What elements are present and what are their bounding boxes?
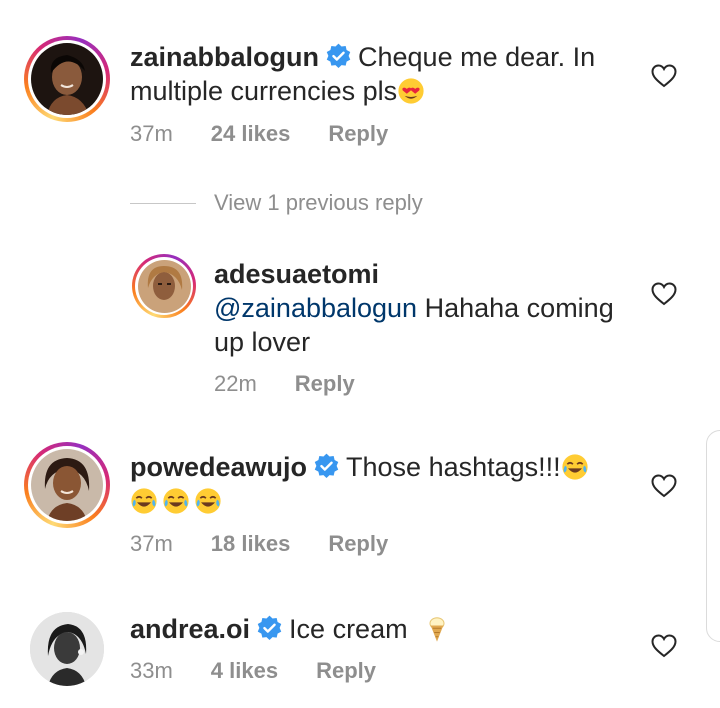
avatar[interactable] <box>132 254 196 318</box>
timestamp: 22m <box>214 371 257 396</box>
heart-icon[interactable] <box>651 474 677 498</box>
emoji-row <box>130 486 222 516</box>
comment-body: Cheque me dear. In <box>358 42 596 72</box>
reply-button[interactable]: Reply <box>295 371 355 396</box>
heart-icon[interactable] <box>651 634 677 658</box>
verified-badge-icon <box>314 453 339 478</box>
likes-count[interactable]: 24 likes <box>211 121 291 146</box>
comment-body: Hahaha coming <box>424 293 614 323</box>
reply-button[interactable]: Reply <box>316 658 376 683</box>
comment-body: Those hashtags!!! <box>346 452 561 482</box>
username[interactable]: andrea.oi <box>130 614 250 644</box>
comment-text: zainabbalogun Cheque me dear. In multiple… <box>130 40 640 108</box>
avatar[interactable] <box>24 36 110 122</box>
comment-text: andrea.oi Ice cream <box>130 612 640 646</box>
tears-of-joy-emoji-icon <box>131 488 157 514</box>
comment-meta: 33m 4 likes Reply <box>130 658 414 684</box>
timestamp: 37m <box>130 531 173 556</box>
reply-button[interactable]: Reply <box>328 531 388 556</box>
heart-eyes-emoji-icon <box>398 78 424 104</box>
comment-text: powedeawujo Those hashtags!!! <box>130 450 640 518</box>
timestamp: 33m <box>130 658 173 683</box>
heart-icon[interactable] <box>651 282 677 306</box>
timestamp: 37m <box>130 121 173 146</box>
tears-of-joy-emoji-icon <box>195 488 221 514</box>
divider-line <box>130 202 196 204</box>
ice-cream-emoji-icon <box>429 617 445 642</box>
tears-of-joy-emoji-icon <box>562 454 588 480</box>
mention-link[interactable]: @zainabbalogun <box>214 293 417 323</box>
verified-badge-icon <box>326 43 351 68</box>
username[interactable]: adesuaetomi <box>214 259 379 289</box>
username[interactable]: zainabbalogun <box>130 42 319 72</box>
tears-of-joy-emoji-icon <box>163 488 189 514</box>
comment-body-cont: up lover <box>214 327 311 357</box>
view-previous-replies-label[interactable]: View 1 previous reply <box>214 190 423 216</box>
comment-meta: 22m Reply <box>214 371 393 397</box>
avatar[interactable] <box>30 612 104 686</box>
comment-body: Ice cream <box>289 614 408 644</box>
username[interactable]: powedeawujo <box>130 452 307 482</box>
likes-count[interactable]: 4 likes <box>211 658 278 683</box>
likes-count[interactable]: 18 likes <box>211 531 291 556</box>
avatar[interactable] <box>24 442 110 528</box>
edge-panel-handle[interactable] <box>706 430 720 642</box>
reply-button[interactable]: Reply <box>328 121 388 146</box>
verified-badge-icon <box>257 615 282 640</box>
comment-meta: 37m 24 likes Reply <box>130 121 426 147</box>
view-previous-replies[interactable]: View 1 previous reply <box>130 188 423 218</box>
comment-meta: 37m 18 likes Reply <box>130 531 426 557</box>
comment-text: adesuaetomi @zainabbalogun Hahaha coming… <box>214 257 644 359</box>
heart-icon[interactable] <box>651 64 677 88</box>
comment-body-cont: multiple currencies pls <box>130 76 398 106</box>
